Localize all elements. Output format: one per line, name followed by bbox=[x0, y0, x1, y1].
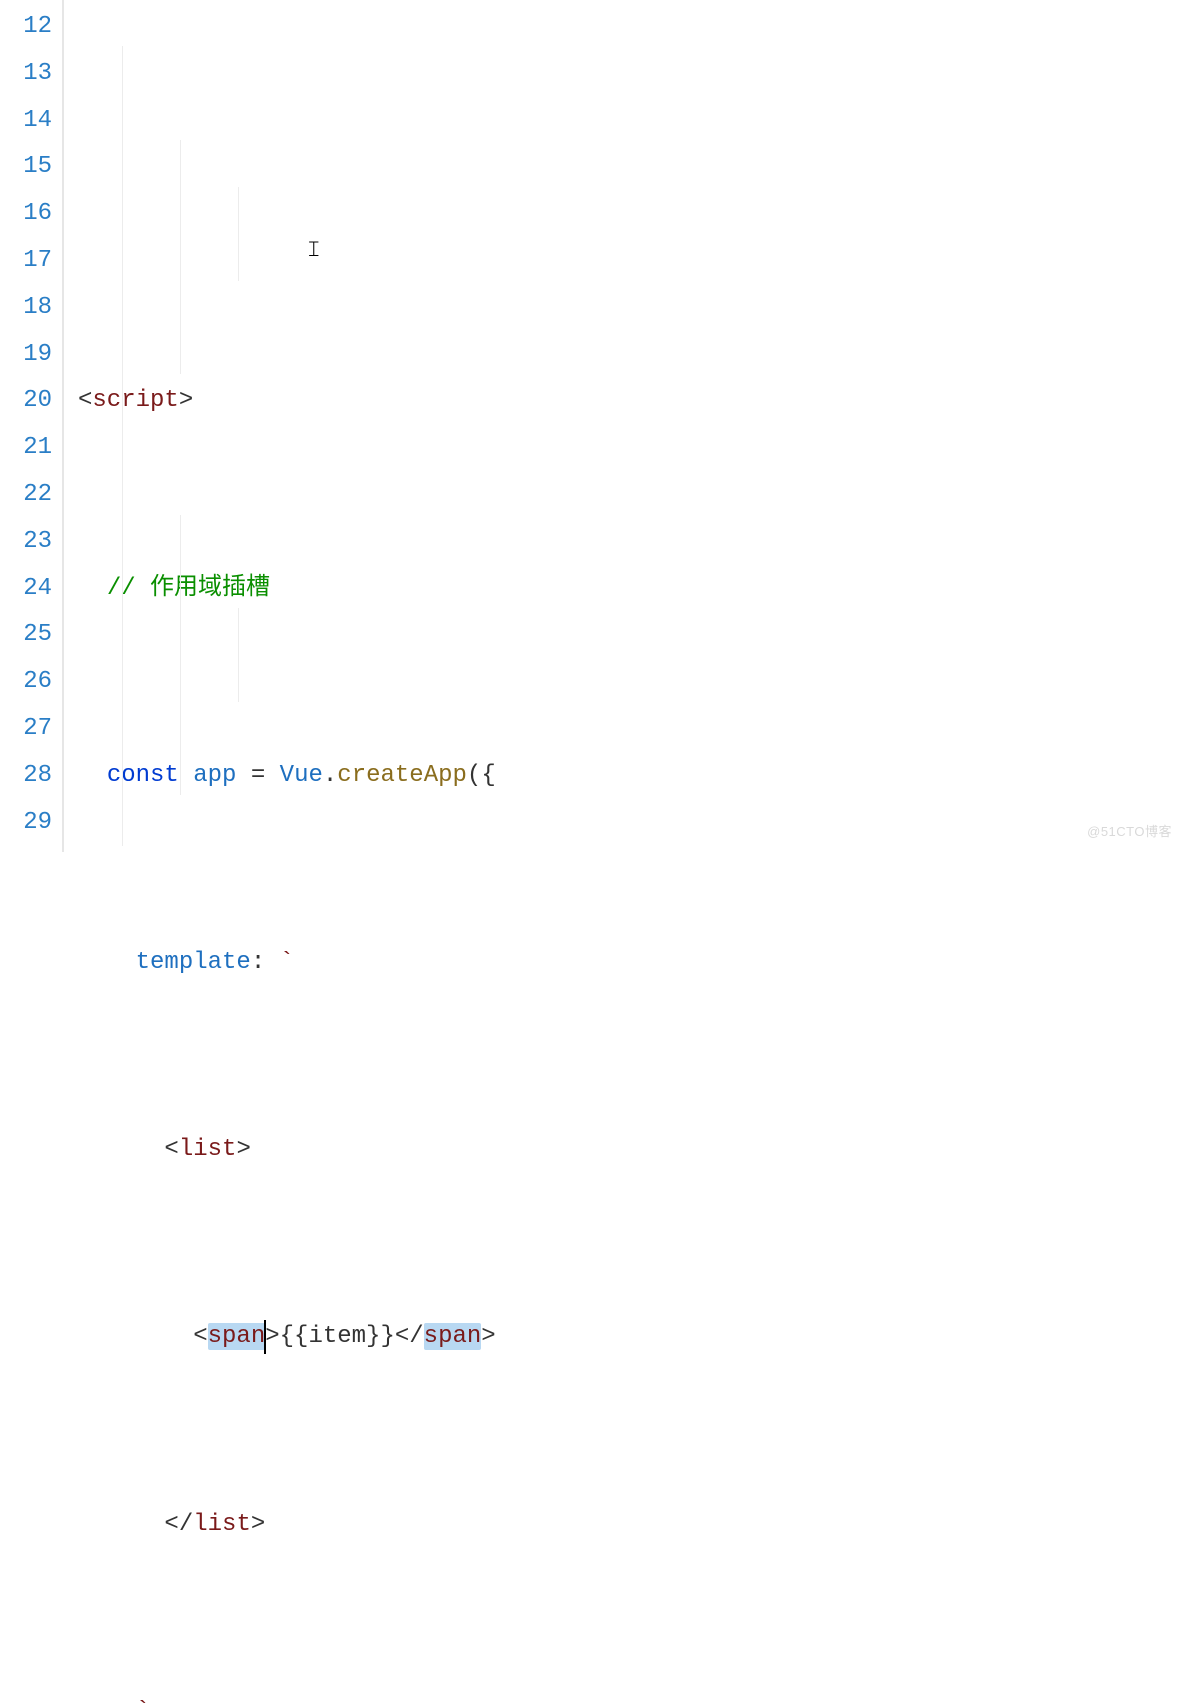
interpolation: {{item}} bbox=[280, 1323, 395, 1350]
html-tag-selected: span bbox=[208, 1323, 266, 1350]
line-number: 14 bbox=[0, 98, 52, 145]
line-number: 21 bbox=[0, 425, 52, 472]
angle-bracket: < bbox=[78, 387, 92, 414]
punctuation: : bbox=[251, 949, 265, 976]
line-number: 19 bbox=[0, 332, 52, 379]
operator: . bbox=[323, 762, 337, 789]
code-line: <span>{{item}}</span> bbox=[78, 1314, 625, 1361]
gutter-rule bbox=[62, 0, 64, 852]
line-number: 22 bbox=[0, 472, 52, 519]
variable: app bbox=[193, 762, 236, 789]
angle-bracket: > bbox=[179, 387, 193, 414]
line-number: 12 bbox=[0, 4, 52, 51]
line-number: 28 bbox=[0, 753, 52, 800]
html-tag: script bbox=[92, 387, 178, 414]
line-number: 24 bbox=[0, 566, 52, 613]
indent-guide bbox=[122, 46, 123, 846]
property: template bbox=[136, 949, 251, 976]
angle-bracket: > bbox=[265, 1323, 279, 1350]
angle-bracket: > bbox=[481, 1323, 495, 1350]
backtick: ` bbox=[265, 949, 294, 976]
indent-guide bbox=[238, 187, 239, 281]
function-call: createApp bbox=[337, 762, 467, 789]
backtick: ` bbox=[136, 1698, 150, 1704]
angle-bracket: </ bbox=[395, 1323, 424, 1350]
code-line: // 作用域插槽 bbox=[78, 566, 625, 613]
code-line: <script> bbox=[78, 378, 625, 425]
ibeam-cursor-icon: 𝙸 bbox=[306, 230, 322, 273]
code-line: const app = Vue.createApp({ bbox=[78, 753, 625, 800]
code-line: template: ` bbox=[78, 940, 625, 987]
code-editor[interactable]: 12 13 14 15 16 17 18 19 20 21 22 23 24 2… bbox=[0, 0, 1184, 852]
html-tag: list bbox=[193, 1511, 251, 1538]
line-number: 17 bbox=[0, 238, 52, 285]
line-number: 27 bbox=[0, 706, 52, 753]
keyword: const bbox=[107, 762, 179, 789]
operator: = bbox=[236, 762, 279, 789]
code-line: ` bbox=[78, 1689, 625, 1704]
line-number: 23 bbox=[0, 519, 52, 566]
indent-guide bbox=[238, 608, 239, 702]
line-number: 15 bbox=[0, 144, 52, 191]
code-line: <list> bbox=[78, 1127, 625, 1174]
code-line: </list> bbox=[78, 1502, 625, 1549]
line-number: 18 bbox=[0, 285, 52, 332]
html-tag-selected: span bbox=[424, 1323, 482, 1350]
line-number: 16 bbox=[0, 191, 52, 238]
angle-bracket: < bbox=[164, 1136, 178, 1163]
angle-bracket: < bbox=[193, 1323, 207, 1350]
angle-bracket: > bbox=[236, 1136, 250, 1163]
line-number: 25 bbox=[0, 612, 52, 659]
indent-guide bbox=[180, 140, 181, 374]
line-number: 26 bbox=[0, 659, 52, 706]
punctuation: ({ bbox=[467, 762, 496, 789]
angle-bracket: > bbox=[251, 1511, 265, 1538]
code-area[interactable]: <script> // 作用域插槽 const app = Vue.create… bbox=[78, 0, 625, 852]
angle-bracket: </ bbox=[164, 1511, 193, 1538]
line-number: 20 bbox=[0, 378, 52, 425]
watermark: @51CTO博客 bbox=[1087, 819, 1172, 844]
comment: // 作用域插槽 bbox=[107, 575, 270, 602]
class-name: Vue bbox=[280, 762, 323, 789]
line-number: 29 bbox=[0, 800, 52, 847]
line-number: 13 bbox=[0, 51, 52, 98]
html-tag: list bbox=[179, 1136, 237, 1163]
line-number-gutter: 12 13 14 15 16 17 18 19 20 21 22 23 24 2… bbox=[0, 0, 62, 852]
indent-guide bbox=[180, 515, 181, 795]
